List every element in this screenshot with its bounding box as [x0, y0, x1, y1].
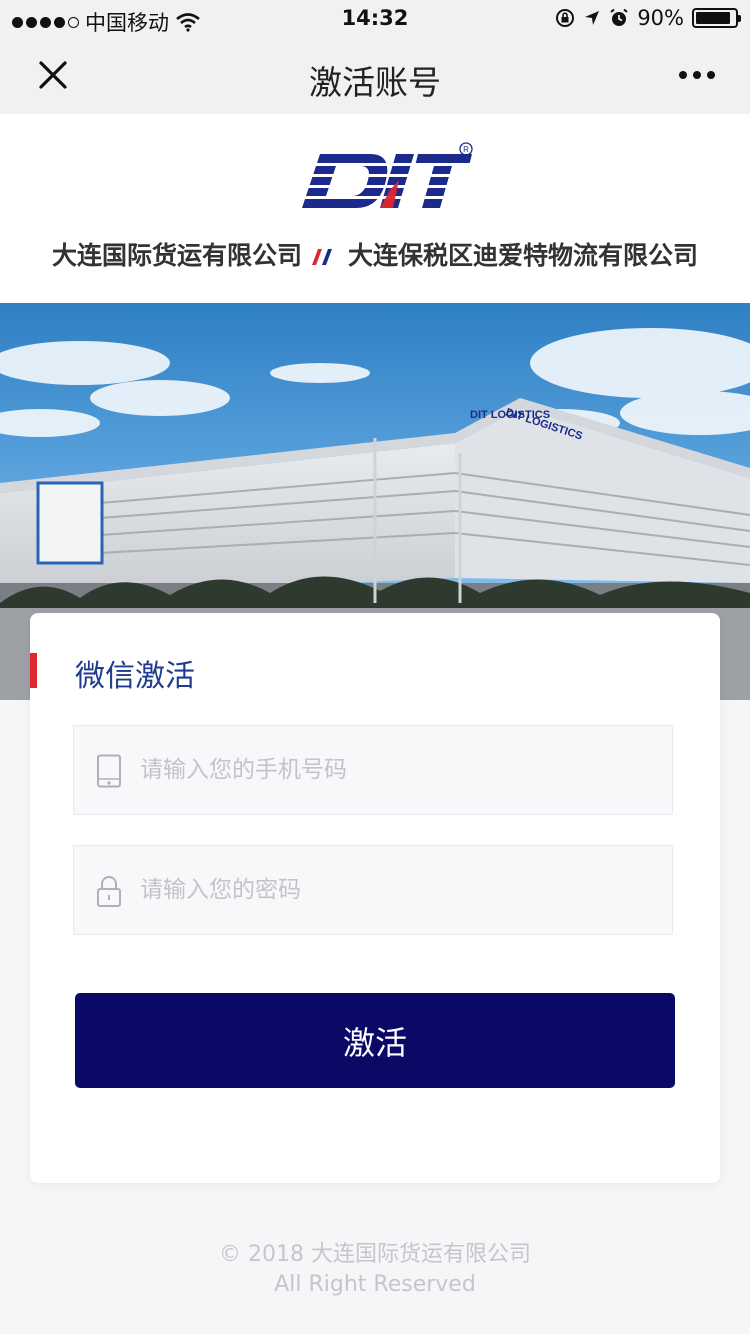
company-name-1: 大连国际货运有限公司: [51, 241, 302, 270]
more-icon-dot: [693, 71, 701, 79]
status-right: 90%: [555, 6, 741, 30]
alarm-icon: [610, 8, 628, 26]
phone-input[interactable]: [140, 726, 660, 814]
rights-text: All Right Reserved: [274, 1272, 476, 1297]
company-names: 大连国际货运有限公司 大连保税区迪爱特物流有限公司: [0, 236, 750, 272]
more-icon-dot: [679, 71, 687, 79]
page-title: 激活账号: [309, 63, 441, 102]
dit-logo: R: [302, 142, 473, 208]
phone-field[interactable]: [73, 725, 673, 815]
copyright-text: © 2018 大连国际货运有限公司: [219, 1242, 531, 1267]
activate-button[interactable]: 激活: [75, 993, 675, 1088]
registered-mark: R: [463, 145, 469, 154]
lock-icon: [97, 876, 121, 907]
nav-bar: 激活账号: [0, 38, 750, 114]
status-bar: 中国移动 14:32 90%: [0, 0, 750, 38]
footer: © 2018 大连国际货运有限公司 All Right Reserved: [0, 1240, 750, 1300]
location-icon: [585, 11, 600, 25]
activation-card: 微信激活 激活: [30, 613, 720, 1183]
slash-separator-icon: [312, 249, 332, 265]
battery-percent: 90%: [637, 6, 684, 30]
password-field[interactable]: [73, 845, 673, 935]
title-accent-bar: [30, 653, 37, 688]
brand-header: R 大连国际货运有限公司 大连保税区迪爱特物流有限公司: [0, 114, 750, 303]
company-name-2: 大连保税区迪爱特物流有限公司: [348, 241, 699, 270]
orientation-lock-icon: [556, 9, 575, 27]
phone-icon: [97, 754, 121, 788]
card-title: 微信激活: [75, 659, 195, 694]
more-icon-dot: [707, 71, 715, 79]
battery-fill: [696, 12, 731, 24]
password-input[interactable]: [140, 846, 660, 934]
more-button[interactable]: [674, 52, 720, 98]
battery-icon: [692, 8, 741, 28]
